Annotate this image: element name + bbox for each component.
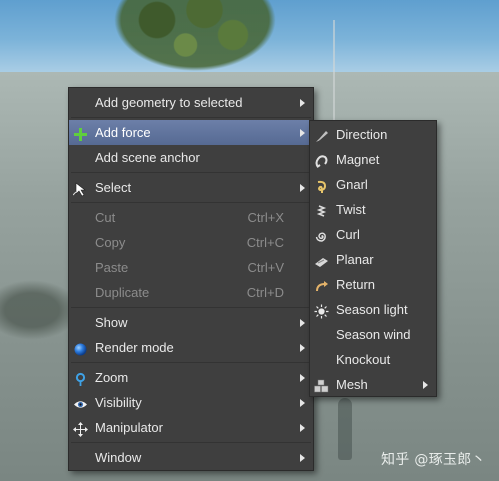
shortcut-label: Ctrl+X bbox=[247, 210, 284, 225]
menu-item-label: Select bbox=[95, 180, 132, 195]
submenu-item-label: Season wind bbox=[336, 327, 411, 342]
cursor-icon bbox=[72, 180, 88, 197]
magnet-icon bbox=[314, 152, 329, 168]
submenu-item-label: Curl bbox=[336, 227, 360, 242]
menu-item-visibility[interactable]: Visibility bbox=[69, 390, 313, 415]
menu-item-label: Visibility bbox=[95, 395, 142, 410]
menu-separator bbox=[71, 362, 311, 363]
gnarl-icon bbox=[314, 177, 329, 193]
submenu-item-label: Twist bbox=[336, 202, 366, 217]
menu-item-render-mode[interactable]: Render mode bbox=[69, 335, 313, 360]
menu-item-label: Zoom bbox=[95, 370, 129, 385]
menu-item-label: Add geometry to selected bbox=[95, 95, 243, 110]
submenu-item-label: Season light bbox=[336, 302, 408, 317]
menu-item-label: Add scene anchor bbox=[95, 150, 200, 165]
twist-icon bbox=[314, 202, 329, 217]
menu-item-zoom[interactable]: Zoom bbox=[69, 365, 313, 390]
submenu-item-label: Return bbox=[336, 277, 376, 292]
eye-icon bbox=[73, 395, 88, 410]
menu-item-label: Copy bbox=[95, 235, 126, 250]
menu-item-duplicate[interactable]: Duplicate Ctrl+D bbox=[69, 280, 313, 305]
scene-pole bbox=[333, 20, 335, 130]
menu-item-label: Manipulator bbox=[95, 420, 163, 435]
submenu-arrow-icon bbox=[423, 381, 428, 389]
sun-icon bbox=[314, 302, 329, 319]
menu-separator bbox=[71, 172, 311, 173]
shortcut-label: Ctrl+D bbox=[246, 285, 284, 300]
menu-item-select[interactable]: Select bbox=[69, 175, 313, 200]
menu-separator bbox=[71, 442, 311, 443]
planar-icon bbox=[314, 252, 329, 267]
menu-item-cut[interactable]: Cut Ctrl+X bbox=[69, 205, 313, 230]
submenu-arrow-icon bbox=[300, 344, 305, 352]
menu-item-paste[interactable]: Paste Ctrl+V bbox=[69, 255, 313, 280]
submenu-arrow-icon bbox=[300, 184, 305, 192]
submenu-item-direction[interactable]: Direction bbox=[310, 122, 436, 147]
submenu-arrow-icon bbox=[300, 129, 305, 137]
submenu-item-return[interactable]: Return bbox=[310, 272, 436, 297]
menu-item-label: Show bbox=[95, 315, 128, 330]
mesh-blocks-icon bbox=[314, 377, 329, 393]
direction-brush-icon bbox=[314, 127, 329, 142]
menu-item-add-scene-anchor[interactable]: Add scene anchor bbox=[69, 145, 313, 170]
submenu-item-season-wind[interactable]: Season wind bbox=[310, 322, 436, 347]
submenu-item-twist[interactable]: Twist bbox=[310, 197, 436, 222]
menu-separator bbox=[71, 117, 311, 118]
watermark: 知乎 @琢玉郎丶 bbox=[381, 452, 486, 468]
menu-separator bbox=[71, 202, 311, 203]
menu-item-label: Add force bbox=[95, 125, 151, 140]
submenu-item-magnet[interactable]: Magnet bbox=[310, 147, 436, 172]
submenu-arrow-icon bbox=[300, 99, 305, 107]
blue-sphere-icon bbox=[73, 340, 88, 356]
submenu-item-label: Magnet bbox=[336, 152, 380, 167]
menu-item-label: Render mode bbox=[95, 340, 174, 355]
submenu-arrow-icon bbox=[300, 399, 305, 407]
submenu-item-label: Direction bbox=[336, 127, 388, 142]
menu-separator bbox=[71, 307, 311, 308]
menu-item-manipulator[interactable]: Manipulator bbox=[69, 415, 313, 440]
submenu-arrow-icon bbox=[300, 454, 305, 462]
plus-icon bbox=[73, 125, 88, 141]
submenu-item-curl[interactable]: Curl bbox=[310, 222, 436, 247]
context-menu: Add geometry to selected Add force Add s… bbox=[68, 87, 314, 471]
menu-item-window[interactable]: Window bbox=[69, 445, 313, 470]
shortcut-label: Ctrl+C bbox=[246, 235, 284, 250]
submenu-arrow-icon bbox=[300, 424, 305, 432]
return-arrow-icon bbox=[314, 277, 329, 292]
shortcut-label: Ctrl+V bbox=[247, 260, 284, 275]
submenu-item-season-light[interactable]: Season light bbox=[310, 297, 436, 322]
menu-item-label: Cut bbox=[95, 210, 116, 225]
submenu-item-label: Planar bbox=[336, 252, 374, 267]
add-force-submenu: Direction Magnet Gnarl Twist Curl Planar bbox=[309, 120, 437, 397]
menu-item-label: Duplicate bbox=[95, 285, 150, 300]
move-arrows-icon bbox=[73, 420, 88, 437]
menu-item-label: Paste bbox=[95, 260, 129, 275]
magnifier-icon bbox=[73, 370, 88, 386]
submenu-item-label: Gnarl bbox=[336, 177, 368, 192]
submenu-item-gnarl[interactable]: Gnarl bbox=[310, 172, 436, 197]
menu-item-add-force[interactable]: Add force bbox=[69, 120, 313, 145]
menu-item-show[interactable]: Show bbox=[69, 310, 313, 335]
menu-item-copy[interactable]: Copy Ctrl+C bbox=[69, 230, 313, 255]
submenu-item-planar[interactable]: Planar bbox=[310, 247, 436, 272]
submenu-item-knockout[interactable]: Knockout bbox=[310, 347, 436, 372]
submenu-arrow-icon bbox=[300, 319, 305, 327]
submenu-item-label: Mesh bbox=[336, 377, 368, 392]
menu-item-add-geometry[interactable]: Add geometry to selected bbox=[69, 90, 313, 115]
submenu-arrow-icon bbox=[300, 374, 305, 382]
curl-spiral-icon bbox=[314, 227, 329, 242]
menu-item-label: Window bbox=[95, 450, 142, 465]
scale-figure bbox=[338, 398, 352, 460]
submenu-item-mesh[interactable]: Mesh bbox=[310, 372, 436, 397]
submenu-item-label: Knockout bbox=[336, 352, 391, 367]
